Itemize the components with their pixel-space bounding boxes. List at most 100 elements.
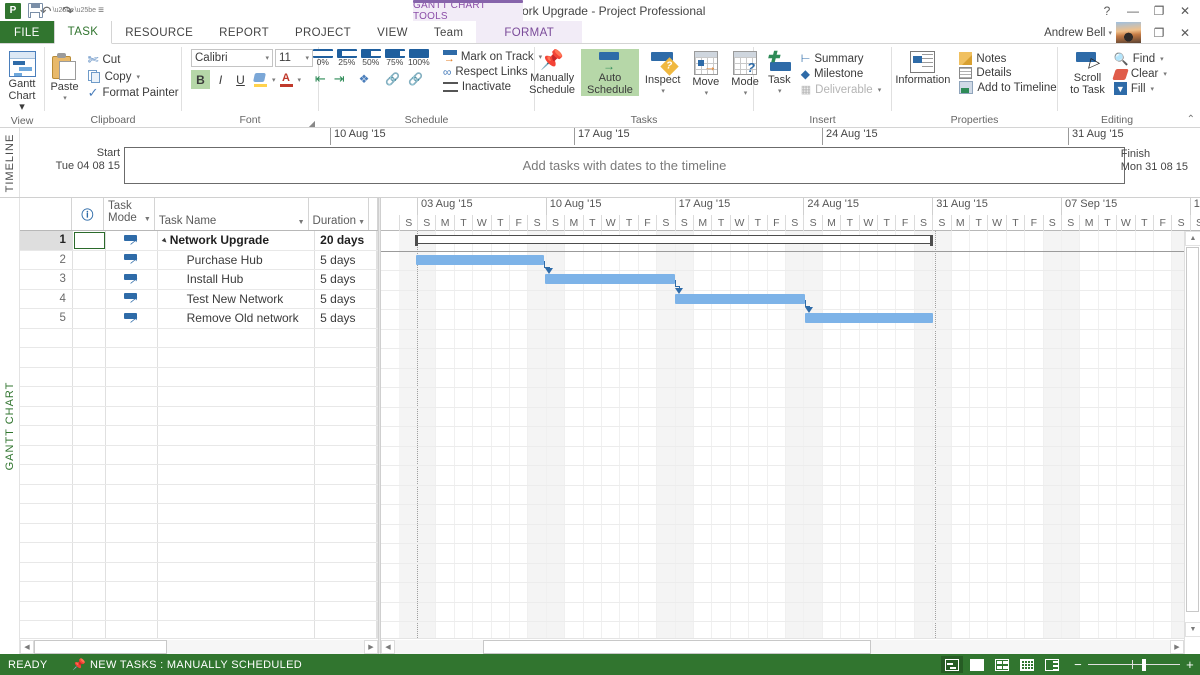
help-button[interactable]: ? xyxy=(1094,1,1120,21)
fill-chevron-down-icon[interactable]: ▾ xyxy=(1151,85,1155,93)
link-tasks-icon[interactable]: 🔗 xyxy=(385,72,400,86)
empty-row[interactable] xyxy=(20,348,378,368)
duration-cell[interactable] xyxy=(315,328,377,347)
row-number-cell[interactable] xyxy=(20,504,73,523)
indent-icon[interactable]: ⇥ xyxy=(334,71,345,87)
indicator-cell[interactable] xyxy=(73,484,106,503)
task-mode-cell[interactable] xyxy=(106,426,158,445)
sheet-scroll-thumb[interactable] xyxy=(34,639,167,654)
chart-scroll-left-button[interactable]: ◀ xyxy=(381,639,395,654)
task-mode-cell[interactable] xyxy=(106,348,158,367)
task-name-cell[interactable]: Test New Network xyxy=(158,289,316,308)
duration-cell[interactable] xyxy=(315,601,377,620)
outdent-icon[interactable]: ⇤ xyxy=(315,71,326,87)
split-task-icon[interactable]: ❖ xyxy=(359,72,370,86)
duration-filter-icon[interactable]: ▼ xyxy=(358,219,365,226)
indicator-cell[interactable] xyxy=(73,465,106,484)
clear-chevron-down-icon[interactable]: ▾ xyxy=(1163,70,1167,78)
clear-button[interactable]: Clear ▾ xyxy=(1111,67,1170,81)
chart-vertical-scroll-thumb[interactable] xyxy=(1186,247,1199,612)
insert-milestone-button[interactable]: ◆ Milestone xyxy=(798,66,884,82)
font-name-input[interactable]: Calibri ▾ xyxy=(191,49,273,67)
tab-team[interactable]: Team xyxy=(421,21,477,44)
task-name-cell[interactable] xyxy=(158,406,316,425)
duration-cell[interactable] xyxy=(315,621,377,640)
gantt-bar[interactable] xyxy=(545,274,675,284)
chart-scroll-right-button[interactable]: ▶ xyxy=(1170,639,1184,654)
task-name-cell[interactable] xyxy=(158,367,316,386)
gantt-bars-canvas[interactable] xyxy=(381,231,1200,654)
duration-cell[interactable]: 5 days xyxy=(315,289,377,308)
row-number-cell[interactable] xyxy=(20,348,73,367)
row-number-cell[interactable]: 4 xyxy=(20,289,73,308)
empty-row[interactable] xyxy=(20,465,378,485)
duration-cell[interactable] xyxy=(315,562,377,581)
start-cell[interactable] xyxy=(376,562,378,581)
indicator-cell[interactable] xyxy=(73,562,106,581)
paste-chevron-down-icon[interactable]: ▾ xyxy=(63,94,67,102)
task-mode-cell[interactable] xyxy=(106,465,158,484)
empty-row[interactable] xyxy=(20,582,378,602)
task-name-filter-icon[interactable]: ▼ xyxy=(298,219,305,226)
chart-horizontal-scrollbar[interactable]: ◀ ▶ xyxy=(381,638,1184,654)
bold-button[interactable]: B xyxy=(191,70,210,89)
column-header-duration[interactable]: Duration ▼ xyxy=(309,198,369,230)
start-cell[interactable] xyxy=(376,582,378,601)
empty-row[interactable] xyxy=(20,406,378,426)
summary-bar[interactable] xyxy=(415,235,933,246)
gantt-bar[interactable] xyxy=(416,254,544,265)
start-cell[interactable] xyxy=(376,367,378,386)
chart-scroll-up-button[interactable]: ▲ xyxy=(1185,231,1200,246)
duration-cell[interactable] xyxy=(315,367,377,386)
start-cell[interactable] xyxy=(376,328,378,347)
start-cell[interactable] xyxy=(376,270,378,289)
cut-button[interactable]: ✄ Cut xyxy=(85,51,182,69)
task-mode-cell[interactable] xyxy=(106,445,158,464)
indicator-cell[interactable] xyxy=(73,270,106,289)
collapse-ribbon-icon[interactable]: ⌃ xyxy=(1187,114,1195,125)
table-row[interactable]: 3 ↗ Install Hub 5 days xyxy=(20,270,378,290)
pct-0-button[interactable]: 0% xyxy=(312,49,334,67)
row-number-cell[interactable] xyxy=(20,406,73,425)
task-name-cell[interactable] xyxy=(158,543,316,562)
indicator-cell[interactable] xyxy=(73,426,106,445)
timeline-body[interactable]: 10 Aug '15 17 Aug '15 24 Aug '15 31 Aug … xyxy=(20,128,1200,197)
empty-row[interactable] xyxy=(20,601,378,621)
tab-format[interactable]: FORMAT xyxy=(476,21,583,44)
indicator-cell[interactable] xyxy=(73,504,106,523)
tab-resource[interactable]: RESOURCE xyxy=(112,21,206,44)
move-chevron-down-icon[interactable]: ▾ xyxy=(705,89,709,97)
empty-row[interactable] xyxy=(20,484,378,504)
italic-button[interactable]: I xyxy=(211,70,230,89)
find-chevron-down-icon[interactable]: ▾ xyxy=(1160,55,1164,63)
collapse-triangle-icon[interactable]: ▸ xyxy=(160,236,169,245)
chart-scroll-track[interactable] xyxy=(395,639,1170,654)
row-number-cell[interactable] xyxy=(20,426,73,445)
copy-button[interactable]: Copy ▾ xyxy=(85,69,182,84)
empty-row[interactable] xyxy=(20,523,378,543)
tab-task[interactable]: TASK xyxy=(53,21,113,44)
indicator-cell[interactable] xyxy=(73,523,106,542)
task-mode-cell[interactable] xyxy=(106,562,158,581)
customize-qat-icon[interactable]: ≡ xyxy=(90,1,112,21)
indicator-cell[interactable] xyxy=(73,445,106,464)
task-name-cell[interactable] xyxy=(158,621,316,640)
tab-project[interactable]: PROJECT xyxy=(282,21,364,44)
indicator-cell[interactable] xyxy=(73,582,106,601)
insert-task-button[interactable]: ✚ Task ▾ xyxy=(761,49,798,95)
row-number-cell[interactable] xyxy=(20,445,73,464)
sheet-horizontal-scrollbar[interactable]: ◀ ▶ xyxy=(20,638,378,654)
start-cell[interactable] xyxy=(376,484,378,503)
duration-cell[interactable]: 20 days xyxy=(315,231,377,250)
row-number-cell[interactable] xyxy=(20,621,73,640)
task-usage-view-icon[interactable] xyxy=(991,656,1013,673)
empty-row[interactable] xyxy=(20,445,378,465)
indicator-cell[interactable] xyxy=(73,543,106,562)
task-mode-cell[interactable] xyxy=(106,543,158,562)
task-mode-cell[interactable]: ↗ xyxy=(106,250,158,269)
move-button[interactable]: → Move ▾ xyxy=(686,49,725,97)
restore-button[interactable]: ❐ xyxy=(1146,1,1172,21)
restore-ribbon-button[interactable]: ❐ xyxy=(1146,23,1172,43)
project-app-icon[interactable]: P xyxy=(2,1,24,21)
start-cell[interactable] xyxy=(376,387,378,406)
